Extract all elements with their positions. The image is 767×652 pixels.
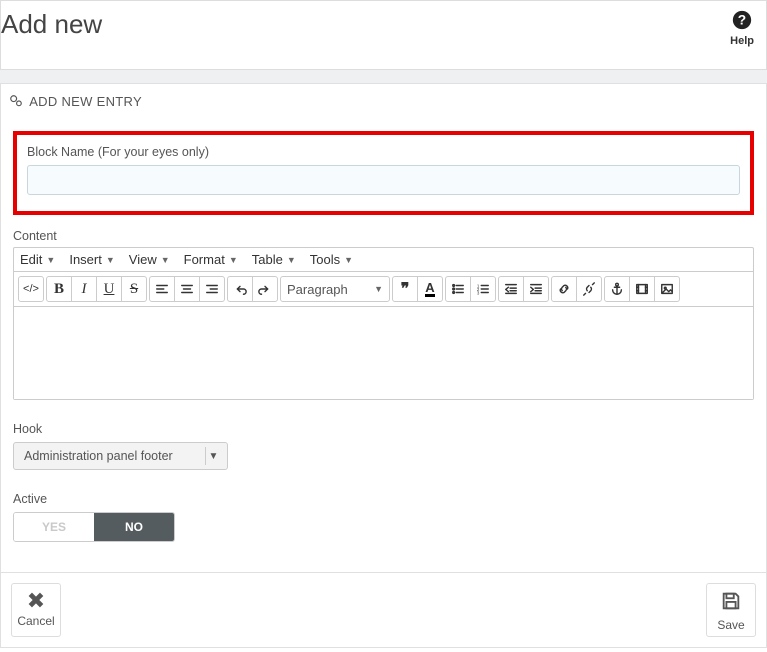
undo-button[interactable] bbox=[227, 276, 253, 302]
close-icon: ✖ bbox=[16, 590, 56, 612]
help-label: Help bbox=[730, 35, 754, 47]
toggle-no[interactable]: NO bbox=[94, 513, 174, 541]
menu-edit[interactable]: Edit▼ bbox=[20, 252, 55, 267]
page-header: Add new ? Help bbox=[0, 0, 767, 70]
toggle-yes[interactable]: YES bbox=[14, 513, 94, 541]
underline-button[interactable]: U bbox=[96, 276, 122, 302]
editor-menubar: Edit▼ Insert▼ View▼ Format▼ Table▼ Tools… bbox=[14, 248, 753, 272]
page-title: Add new bbox=[1, 9, 102, 40]
hook-label: Hook bbox=[13, 422, 754, 436]
text-color-button[interactable]: A bbox=[417, 276, 443, 302]
blockquote-button[interactable]: ❞ bbox=[392, 276, 418, 302]
numbered-list-button[interactable]: 123 bbox=[470, 276, 496, 302]
spacer bbox=[0, 70, 767, 83]
menu-tools[interactable]: Tools▼ bbox=[310, 252, 353, 267]
media-button[interactable] bbox=[629, 276, 655, 302]
help-icon: ? bbox=[730, 9, 754, 35]
save-button[interactable]: Save bbox=[706, 583, 756, 637]
menu-format[interactable]: Format▼ bbox=[184, 252, 238, 267]
editor-content-area[interactable] bbox=[14, 307, 753, 399]
hook-select[interactable]: Administration panel footer ▼ bbox=[13, 442, 228, 470]
image-button[interactable] bbox=[654, 276, 680, 302]
chevron-down-icon: ▼ bbox=[205, 447, 221, 465]
menu-table[interactable]: Table▼ bbox=[252, 252, 296, 267]
svg-text:3: 3 bbox=[477, 290, 480, 295]
add-entry-panel: ADD NEW ENTRY Block Name (For your eyes … bbox=[0, 83, 767, 648]
active-section: Active YES NO bbox=[13, 492, 754, 542]
help-button[interactable]: ? Help bbox=[730, 9, 754, 47]
strikethrough-button[interactable]: S bbox=[121, 276, 147, 302]
save-icon bbox=[711, 590, 751, 616]
unlink-button[interactable] bbox=[576, 276, 602, 302]
active-toggle[interactable]: YES NO bbox=[13, 512, 175, 542]
block-name-highlight: Block Name (For your eyes only) bbox=[13, 131, 754, 215]
hook-section: Hook Administration panel footer ▼ bbox=[13, 422, 754, 470]
source-code-button[interactable]: </> bbox=[18, 276, 44, 302]
block-name-input[interactable] bbox=[27, 165, 740, 195]
link-button[interactable] bbox=[551, 276, 577, 302]
align-left-button[interactable] bbox=[149, 276, 175, 302]
editor-toolbar: </> B I U S Paragraph▼ ❞ bbox=[14, 272, 753, 307]
align-center-button[interactable] bbox=[174, 276, 200, 302]
outdent-button[interactable] bbox=[498, 276, 524, 302]
bold-button[interactable]: B bbox=[46, 276, 72, 302]
italic-button[interactable]: I bbox=[71, 276, 97, 302]
cogs-icon bbox=[9, 94, 23, 108]
redo-button[interactable] bbox=[252, 276, 278, 302]
hook-select-value: Administration panel footer bbox=[24, 449, 173, 463]
block-name-label: Block Name (For your eyes only) bbox=[27, 145, 740, 159]
panel-heading: ADD NEW ENTRY bbox=[1, 84, 766, 119]
cancel-button[interactable]: ✖ Cancel bbox=[11, 583, 61, 637]
panel-heading-text: ADD NEW ENTRY bbox=[29, 94, 142, 109]
content-label: Content bbox=[13, 229, 754, 243]
indent-button[interactable] bbox=[523, 276, 549, 302]
panel-footer: ✖ Cancel Save bbox=[1, 572, 766, 647]
align-right-button[interactable] bbox=[199, 276, 225, 302]
svg-text:?: ? bbox=[738, 13, 746, 28]
bullet-list-button[interactable] bbox=[445, 276, 471, 302]
format-select[interactable]: Paragraph▼ bbox=[280, 276, 390, 302]
menu-view[interactable]: View▼ bbox=[129, 252, 170, 267]
menu-insert[interactable]: Insert▼ bbox=[69, 252, 114, 267]
rich-text-editor: Edit▼ Insert▼ View▼ Format▼ Table▼ Tools… bbox=[13, 247, 754, 400]
active-label: Active bbox=[13, 492, 754, 506]
anchor-button[interactable] bbox=[604, 276, 630, 302]
